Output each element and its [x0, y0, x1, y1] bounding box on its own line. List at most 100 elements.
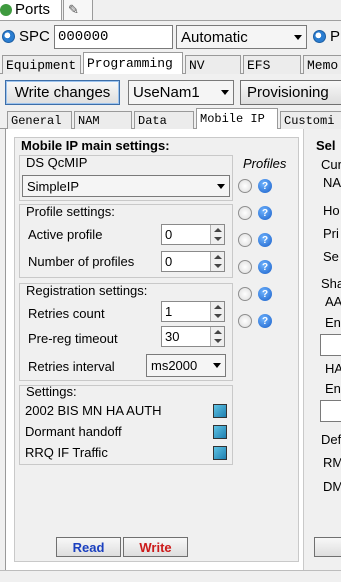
- setting-dormant-checkbox[interactable]: [213, 425, 227, 439]
- spinner-buttons[interactable]: [210, 302, 224, 321]
- chevron-down-icon: [217, 183, 225, 189]
- tab-data-label: Data: [138, 113, 167, 128]
- right-sha-label: Sha: [321, 276, 341, 291]
- active-profile-spinner[interactable]: 0: [161, 224, 225, 245]
- registration-label: Registration settings:: [26, 283, 148, 298]
- tab-equipment[interactable]: Equipment: [2, 55, 81, 74]
- right-field-1[interactable]: [320, 334, 341, 356]
- help-icon[interactable]: ?: [258, 206, 272, 220]
- right-aa-label: AA: [325, 294, 341, 309]
- right-field-2[interactable]: [320, 400, 341, 422]
- tab-mobile-ip[interactable]: Mobile IP: [196, 108, 278, 129]
- profiles-header: Profiles: [243, 156, 287, 171]
- retries-count-value: 1: [165, 304, 173, 319]
- tab-nam-label: NAM: [78, 113, 100, 128]
- tab-mobile-ip-label: Mobile IP: [200, 112, 265, 126]
- tab-efs[interactable]: EFS: [243, 55, 301, 74]
- main-settings-title: Mobile IP main settings:: [21, 138, 170, 153]
- tab-customi-label: Customi: [284, 113, 335, 128]
- spc-input[interactable]: 000000: [54, 25, 173, 49]
- help-icon[interactable]: ?: [258, 260, 272, 274]
- profile-radio-3[interactable]: [238, 233, 252, 247]
- retries-count-label: Retries count: [28, 306, 105, 321]
- spc-mode-select[interactable]: Automatic: [176, 25, 307, 49]
- spc-radio-icon[interactable]: [2, 30, 15, 43]
- setting-rrq-checkbox[interactable]: [213, 446, 227, 460]
- write-changes-label: Write changes: [14, 84, 111, 101]
- num-profiles-value: 0: [165, 254, 173, 269]
- tab-customi[interactable]: Customi: [280, 111, 341, 129]
- read-button-label: Read: [72, 539, 105, 555]
- right-se-label: Se: [323, 249, 339, 264]
- num-profiles-spinner[interactable]: 0: [161, 251, 225, 272]
- help-icon[interactable]: ?: [258, 314, 272, 328]
- plugin-tab[interactable]: ✎: [63, 0, 93, 20]
- tab-equipment-label: Equipment: [6, 57, 77, 73]
- spc-mode-value: Automatic: [181, 28, 248, 46]
- provisioning-label: Provisioning: [247, 84, 329, 101]
- tab-memo-label: Memo: [307, 57, 339, 73]
- tab-general-label: General: [11, 113, 62, 128]
- provisioning-button[interactable]: Provisioning: [240, 80, 341, 105]
- retries-count-spinner[interactable]: 1: [161, 301, 225, 322]
- setting-bis-checkbox[interactable]: [213, 404, 227, 418]
- ds-qcmip-select[interactable]: SimpleIP: [22, 175, 230, 197]
- profile-settings-label: Profile settings:: [26, 204, 115, 219]
- active-profile-value: 0: [165, 227, 173, 242]
- right-na-label: NA: [323, 175, 341, 190]
- retries-interval-value: ms2000: [151, 358, 198, 373]
- nam-select[interactable]: UseNam1: [128, 80, 234, 105]
- p-label: P: [330, 28, 341, 45]
- tab-data[interactable]: Data: [134, 111, 194, 129]
- tab-nv-label: NV: [189, 57, 205, 73]
- retries-interval-select[interactable]: ms2000: [146, 354, 226, 377]
- help-icon[interactable]: ?: [258, 233, 272, 247]
- right-ho-label: Ho: [323, 203, 340, 218]
- right-ha-label: HA: [325, 361, 341, 376]
- read-button[interactable]: Read: [56, 537, 121, 557]
- write-button[interactable]: Write: [123, 537, 188, 557]
- chevron-down-icon: [221, 90, 229, 95]
- right-pri-label: Pri: [323, 226, 339, 241]
- spinner-buttons[interactable]: [210, 252, 224, 271]
- ds-qcmip-value: SimpleIP: [27, 178, 80, 194]
- spc-value: 000000: [58, 29, 109, 45]
- right-rm-label: RM: [323, 455, 341, 470]
- right-en1-label: En: [325, 315, 341, 330]
- tab-programming[interactable]: Programming: [83, 52, 183, 74]
- right-def-label: Def: [321, 432, 341, 447]
- chevron-down-icon: [213, 363, 221, 368]
- profile-radio-4[interactable]: [238, 260, 252, 274]
- setting-dormant-label: Dormant handoff: [25, 424, 122, 439]
- profile-radio-6[interactable]: [238, 314, 252, 328]
- divider: [0, 20, 341, 21]
- help-icon[interactable]: ?: [258, 179, 272, 193]
- p-radio-icon[interactable]: [313, 30, 326, 43]
- spinner-buttons[interactable]: [210, 327, 224, 346]
- retries-interval-label: Retries interval: [28, 359, 115, 374]
- setting-bis-label: 2002 BIS MN HA AUTH: [25, 403, 162, 418]
- settings-label: Settings:: [26, 384, 77, 399]
- ports-tab-label: Ports: [15, 1, 51, 18]
- tab-general[interactable]: General: [7, 111, 72, 129]
- right-en2-label: En: [325, 381, 341, 396]
- profile-radio-2[interactable]: [238, 206, 252, 220]
- tab-memo[interactable]: Memo: [303, 55, 341, 74]
- profile-radio-5[interactable]: [238, 287, 252, 301]
- prereg-spinner[interactable]: 30: [161, 326, 225, 347]
- setting-rrq-label: RRQ IF Traffic: [25, 445, 108, 460]
- write-button-label: Write: [139, 539, 172, 555]
- tab-nv[interactable]: NV: [185, 55, 241, 74]
- help-icon[interactable]: ?: [258, 287, 272, 301]
- spinner-buttons[interactable]: [210, 225, 224, 244]
- write-changes-button[interactable]: Write changes: [5, 80, 120, 105]
- right-panel-title: Sel: [316, 138, 336, 153]
- tab-nam[interactable]: NAM: [74, 111, 132, 129]
- ports-tab[interactable]: Ports: [0, 0, 62, 20]
- prereg-label: Pre-reg timeout: [28, 331, 118, 346]
- ports-icon: [0, 4, 12, 16]
- chevron-down-icon: [294, 34, 302, 40]
- right-panel-button[interactable]: [314, 537, 341, 557]
- profile-radio-1[interactable]: [238, 179, 252, 193]
- right-dm-label: DM: [323, 479, 341, 494]
